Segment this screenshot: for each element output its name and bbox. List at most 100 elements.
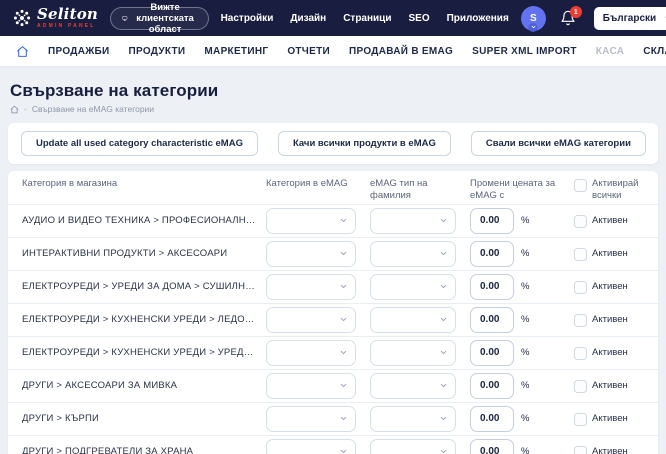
active-checkbox[interactable] <box>574 280 587 294</box>
topbar-nav-item[interactable]: Страници <box>343 13 391 24</box>
percent-label: % <box>521 281 530 293</box>
chevron-down-icon <box>440 285 447 289</box>
update-characteristics-button[interactable]: Update all used category characteristic … <box>21 131 258 156</box>
download-all-categories-button[interactable]: Свали всички eMAG категории <box>470 131 646 156</box>
price-input[interactable] <box>470 273 514 300</box>
emag-family-type-select[interactable] <box>370 405 456 432</box>
price-change-cell: % <box>470 306 574 333</box>
main-nav-item[interactable]: SUPER XML IMPORT <box>472 46 577 57</box>
chevron-down-icon <box>340 351 347 355</box>
price-input[interactable] <box>470 306 514 333</box>
chevron-down-icon <box>340 318 347 322</box>
main-nav-item[interactable]: ОТЧЕТИ <box>287 46 330 57</box>
store-category-label: ЕЛЕКТРОУРЕДИ > КУХНЕНСКИ УРЕДИ > ЛЕДОГЕН… <box>22 314 266 326</box>
active-cell: Активен <box>574 214 646 228</box>
monitor-icon <box>122 15 128 21</box>
price-change-cell: % <box>470 273 574 300</box>
store-category-label: АУДИО И ВИДЕО ТЕХНИКА > ПРОФЕСИОНАЛНИ ДИ… <box>22 215 266 227</box>
active-checkbox[interactable] <box>574 445 587 454</box>
topbar-nav-item[interactable]: Дизайн <box>290 13 326 24</box>
emag-category-select[interactable] <box>266 207 356 234</box>
active-label: Активен <box>592 380 628 392</box>
emag-category-select[interactable] <box>266 240 356 267</box>
table-row: ЕЛЕКТРОУРЕДИ > КУХНЕНСКИ УРЕДИ > ЛЕДОГЕН… <box>8 302 658 336</box>
emag-family-type-select[interactable] <box>370 438 456 454</box>
breadcrumb: - Свързване на eMAG категории <box>10 104 658 114</box>
active-checkbox[interactable] <box>574 313 587 327</box>
active-label: Активен <box>592 347 628 359</box>
chevron-down-icon <box>340 219 347 223</box>
price-input[interactable] <box>470 240 514 267</box>
header-emag-category: Категория в eMAG <box>266 178 348 189</box>
percent-label: % <box>521 215 530 227</box>
emag-family-type-select[interactable] <box>370 306 456 333</box>
topbar-nav-item[interactable]: SEO <box>408 13 429 24</box>
emag-category-select[interactable] <box>266 306 356 333</box>
main-nav-item[interactable]: СКЛАДОВЕ <box>643 46 666 57</box>
active-label: Активен <box>592 446 628 454</box>
header-emag-family-type: eMAG тип на фамилия <box>370 178 428 201</box>
notification-badge: 1 <box>569 6 582 18</box>
table-row: ЕЛЕКТРОУРЕДИ > КУХНЕНСКИ УРЕДИ > УРЕДИ З… <box>8 335 658 369</box>
price-input[interactable] <box>470 339 514 366</box>
main-nav-items: ПРОДАЖБИ ПРОДУКТИ МАРКЕТИНГ ОТЧЕТИ ПРОДАВАЙ … <box>48 46 666 57</box>
emag-category-select[interactable] <box>266 339 356 366</box>
table-row: ИНТЕРАКТИВНИ ПРОДУКТИ > АКСЕСОАРИ % Акти… <box>8 236 658 270</box>
active-label: Активен <box>592 248 628 260</box>
price-input[interactable] <box>470 438 514 454</box>
home-nav-link[interactable] <box>16 45 29 58</box>
active-label: Активен <box>592 413 628 425</box>
activate-all-checkbox[interactable] <box>574 179 587 192</box>
active-checkbox[interactable] <box>574 247 587 261</box>
chevron-down-icon <box>440 252 447 256</box>
user-avatar[interactable]: S <box>520 5 546 32</box>
header-price-change: Промени цената за eMAG с <box>470 178 556 201</box>
active-label: Активен <box>592 281 628 293</box>
table-row: АУДИО И ВИДЕО ТЕХНИКА > ПРОФЕСИОНАЛНИ ДИ… <box>8 203 658 237</box>
active-checkbox[interactable] <box>574 379 587 393</box>
store-category-label: ЕЛЕКТРОУРЕДИ > УРЕДИ ЗА ДОМА > СУШИЛНИК … <box>22 281 266 293</box>
emag-category-select[interactable] <box>266 405 356 432</box>
chevron-down-icon <box>340 252 347 256</box>
main-nav-item[interactable]: МАРКЕТИНГ <box>204 46 268 57</box>
view-client-area-button[interactable]: Вижте клиентската област <box>110 2 209 35</box>
logo[interactable]: Seliton ADMIN PANEL <box>12 7 98 29</box>
percent-label: % <box>521 413 530 425</box>
emag-family-type-select[interactable] <box>370 240 456 267</box>
upload-all-products-button[interactable]: Качи всички продукти в eMAG <box>277 131 451 156</box>
price-input[interactable] <box>470 405 514 432</box>
main-nav-item[interactable]: ПРОДАВАЙ В EMAG <box>349 46 453 57</box>
logo-flower-icon <box>13 9 31 27</box>
emag-category-select[interactable] <box>266 438 356 454</box>
emag-family-type-select[interactable] <box>370 372 456 399</box>
emag-family-type-select[interactable] <box>370 273 456 300</box>
notifications-button[interactable]: 1 <box>560 6 582 26</box>
topbar-nav-item[interactable]: Настройки <box>221 13 274 24</box>
store-category-label: ИНТЕРАКТИВНИ ПРОДУКТИ > АКСЕСОАРИ <box>22 248 228 260</box>
activate-all-label: Активирай всички <box>592 178 639 201</box>
active-checkbox[interactable] <box>574 346 587 360</box>
breadcrumb-current: Свързване на eMAG категории <box>31 104 155 114</box>
active-checkbox[interactable] <box>574 412 587 426</box>
price-change-cell: % <box>470 207 574 234</box>
emag-family-type-select[interactable] <box>370 339 456 366</box>
price-change-cell: % <box>470 240 574 267</box>
topbar-nav-item[interactable]: Приложения <box>447 13 509 24</box>
active-checkbox[interactable] <box>574 214 587 228</box>
percent-label: % <box>521 446 530 454</box>
main-nav-item[interactable]: ПРОДАЖБИ <box>48 46 110 57</box>
main-nav-item[interactable]: ПРОДУКТИ <box>129 46 186 57</box>
language-selector[interactable]: Български <box>593 6 666 30</box>
price-input[interactable] <box>470 372 514 399</box>
emag-category-select[interactable] <box>266 372 356 399</box>
chevron-down-icon <box>340 384 347 388</box>
topbar-nav: Настройки Дизайн Страници SEO Приложения <box>221 13 509 24</box>
table-header-row: Категория в магазина Категория в eMAG eM… <box>8 171 658 204</box>
price-input[interactable] <box>470 207 514 234</box>
emag-category-select[interactable] <box>266 273 356 300</box>
emag-family-type-select[interactable] <box>370 207 456 234</box>
table-row: ДРУГИ > КЪРПИ % Активен <box>8 401 658 435</box>
breadcrumb-home-icon[interactable] <box>10 105 19 114</box>
active-cell: Активен <box>574 445 646 454</box>
breadcrumb-separator: - <box>24 104 27 114</box>
